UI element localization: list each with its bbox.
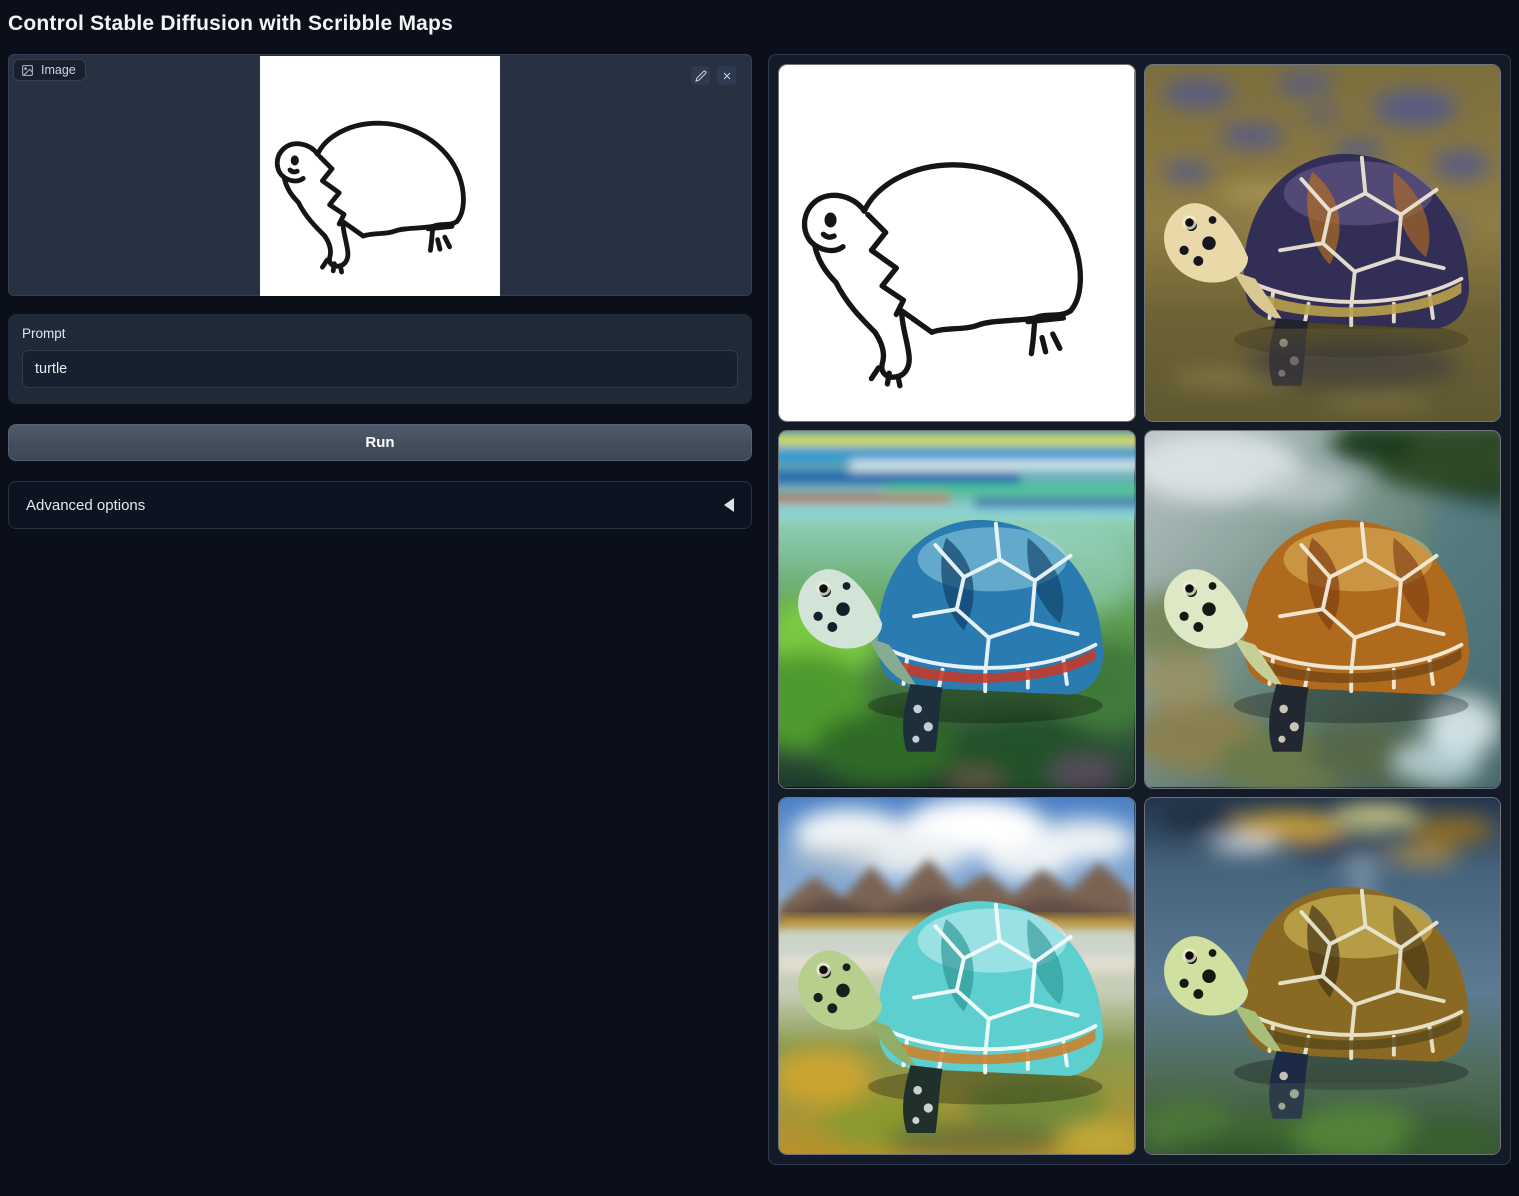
generated-turtle-image [1145, 798, 1501, 1154]
prompt-block: Prompt [8, 314, 752, 404]
result-gallery [768, 54, 1511, 1165]
clear-button[interactable] [717, 66, 736, 85]
image-toolbar [691, 66, 736, 85]
scribble-input-image[interactable] [260, 56, 500, 296]
prompt-input[interactable] [22, 350, 738, 388]
gallery-item[interactable] [778, 430, 1136, 788]
generated-turtle-image [1145, 431, 1501, 787]
app-root: Image [0, 54, 1519, 1165]
scribble-thumbnail [779, 65, 1135, 421]
controls-column: Image [8, 54, 752, 529]
image-label: Image [13, 59, 86, 81]
image-label-text: Image [41, 63, 76, 77]
generated-turtle-image [779, 431, 1135, 787]
generated-turtle-image [1145, 65, 1501, 421]
image-icon [21, 64, 34, 77]
x-icon [721, 70, 733, 82]
output-column [768, 54, 1511, 1165]
run-button[interactable]: Run [8, 424, 752, 461]
gallery-item[interactable] [1144, 430, 1502, 788]
advanced-options-accordion[interactable]: Advanced options [8, 481, 752, 529]
edit-button[interactable] [691, 66, 710, 85]
advanced-options-label: Advanced options [26, 497, 145, 514]
image-input-block: Image [8, 54, 752, 296]
pencil-icon [695, 70, 707, 82]
gallery-item[interactable] [778, 64, 1136, 422]
gallery-item[interactable] [1144, 797, 1502, 1155]
gallery-item[interactable] [1144, 64, 1502, 422]
scribble-drawing [260, 56, 500, 296]
generated-turtle-image [779, 798, 1135, 1154]
prompt-label: Prompt [22, 326, 738, 341]
triangle-left-icon [724, 498, 734, 512]
gallery-item[interactable] [778, 797, 1136, 1155]
page-title: Control Stable Diffusion with Scribble M… [8, 12, 1511, 36]
